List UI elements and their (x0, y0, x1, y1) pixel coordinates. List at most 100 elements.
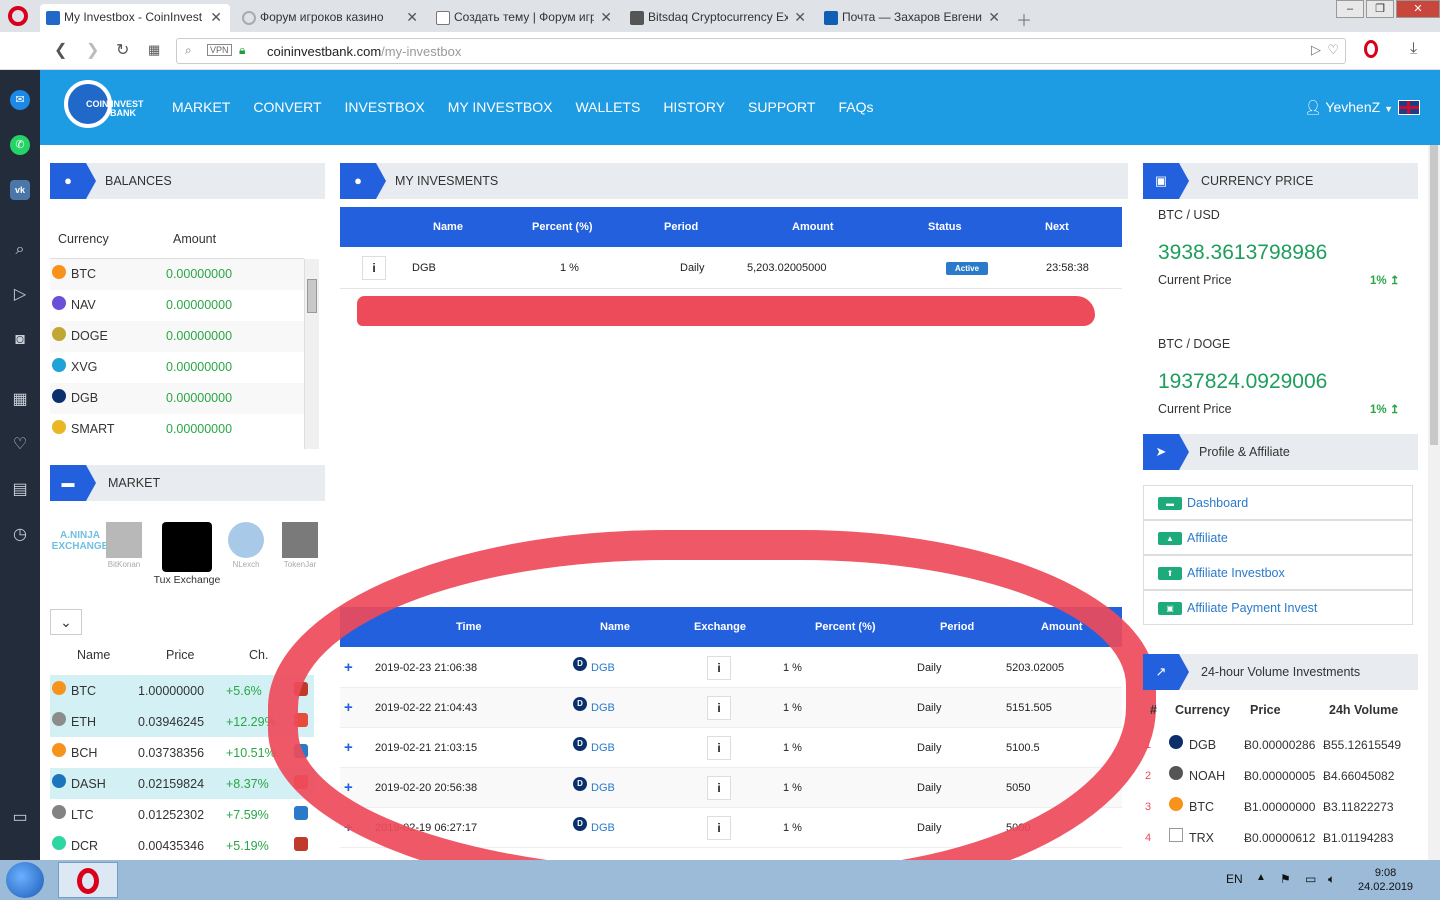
nav-investbox[interactable]: INVESTBOX (345, 99, 425, 115)
heart-icon[interactable]: ♡ (1327, 42, 1339, 58)
scrollbar-thumb[interactable] (307, 279, 317, 313)
card-icon: ▬ (50, 465, 96, 501)
info-button[interactable]: i (362, 256, 386, 280)
exchange-logo-tokenjar[interactable]: TokenJar (280, 522, 320, 569)
nav-history[interactable]: HISTORY (663, 99, 725, 115)
link-affiliate-payment-invest[interactable]: ▣ Affiliate Payment Invest (1143, 590, 1413, 625)
current-price-value: 3938.3613798986 (1158, 241, 1328, 264)
exchange-logo-bitkonan[interactable]: BitKonan (104, 522, 144, 569)
tab-my-investbox[interactable]: My Investbox - CoinInvest ✕ (40, 4, 230, 32)
balance-row[interactable]: DOGE 0.00000000 (50, 321, 304, 352)
balance-row[interactable]: BTC 0.00000000 (50, 259, 304, 290)
nav-market[interactable]: MARKET (172, 99, 230, 115)
market-panel-header: ▬ MARKET (50, 465, 325, 501)
network-icon[interactable]: ▭ (1305, 872, 1316, 886)
maximize-icon[interactable]: ❐ (1366, 0, 1394, 18)
send-icon[interactable]: ▷ (10, 285, 30, 305)
url-text: coininvestbank.com/my-investbox (267, 44, 462, 59)
heart-icon[interactable]: ♡ (10, 435, 30, 455)
exchange-logo-nlexch[interactable]: NLexch (226, 522, 266, 569)
close-tab-icon[interactable]: ✕ (794, 9, 806, 26)
camera-icon[interactable]: ◙ (10, 330, 30, 350)
close-tab-icon[interactable]: ✕ (988, 9, 1000, 26)
url-field[interactable]: ⌕ VPN 🔒︎ coininvestbank.com/my-investbox… (176, 38, 1346, 64)
nav-faqs[interactable]: FAQs (838, 99, 873, 115)
whatsapp-icon[interactable]: ✆ (10, 135, 30, 155)
history-icon[interactable]: ◷ (10, 525, 30, 545)
volume-row[interactable]: 4 TRX Ƀ0.00000612 Ƀ1.01194283 (1143, 822, 1433, 853)
close-tab-icon[interactable]: ✕ (406, 9, 418, 26)
user-menu[interactable]: 👤︎ YevhenZ ▼ (1304, 99, 1393, 116)
uk-flag-icon[interactable] (1398, 100, 1420, 115)
address-bar-row: ❮ ❯ ↻ ▦ ⌕ VPN 🔒︎ coininvestbank.com/my-i… (0, 32, 1440, 70)
back-icon[interactable]: ❮ (54, 40, 67, 60)
logo-text: COIN INVEST BANK (86, 99, 144, 118)
tokenjar-logo-icon (282, 522, 318, 558)
tab-mail[interactable]: Почта — Захаров Евгени ✕ (818, 4, 1008, 32)
download-icon[interactable]: ⤓ (1410, 40, 1417, 58)
taskbar-opera[interactable] (58, 862, 118, 898)
tab-casino-forum[interactable]: Форум игроков казино ✕ (236, 4, 426, 32)
opera-icon[interactable] (1364, 40, 1378, 58)
opera-menu-icon[interactable] (8, 6, 28, 26)
speed-dial-icon[interactable]: ▦ (148, 42, 160, 58)
balance-row[interactable]: XVG 0.00000000 (50, 352, 304, 383)
link-affiliate[interactable]: ▲ Affiliate (1143, 520, 1413, 555)
search-icon[interactable]: ⌕ (10, 240, 30, 260)
sidebar-toggle-icon[interactable]: ▭ (10, 808, 30, 828)
balance-row[interactable]: SMART 0.00000000 (50, 414, 304, 445)
bitkonan-logo-icon (106, 522, 142, 558)
upload-icon: ⬆ (1158, 567, 1182, 580)
balance-row[interactable]: DGB 0.00000000 (50, 383, 304, 414)
vk-icon[interactable]: vk (10, 180, 30, 200)
exchange-icon (294, 837, 308, 851)
market-row[interactable]: DASH 0.02159824 +8.37% (50, 768, 314, 799)
window-close-icon[interactable]: ✕ (1396, 0, 1440, 18)
smart-coin-icon (52, 420, 66, 434)
aninja-exchange-logo[interactable]: A.NINJA EXCHANGE (50, 530, 110, 552)
market-row[interactable]: DCR 0.00435346 +5.19% (50, 830, 314, 860)
close-tab-icon[interactable]: ✕ (210, 9, 222, 26)
reload-icon[interactable]: ↻ (116, 40, 129, 60)
document-icon (436, 11, 450, 25)
volume-row[interactable]: 1 DGB Ƀ0.00000286 Ƀ55.12615549 (1143, 729, 1433, 760)
page-scrollbar[interactable] (1428, 145, 1440, 860)
eth-coin-icon (52, 712, 66, 726)
tray-arrow-icon[interactable]: ▲ (1256, 872, 1266, 883)
language-indicator[interactable]: EN (1226, 872, 1243, 886)
vpn-badge[interactable]: VPN (207, 44, 232, 56)
scrollbar-thumb[interactable] (1430, 145, 1438, 445)
system-clock[interactable]: 9:08 24.02.2019 (1358, 866, 1413, 894)
nav-my-investbox[interactable]: MY INVESTBOX (448, 99, 553, 115)
xvg-coin-icon (52, 358, 66, 372)
link-dashboard[interactable]: ▬ Dashboard (1143, 485, 1413, 520)
pair-label: BTC / DOGE (1158, 337, 1231, 351)
grid-icon[interactable]: ▦ (10, 390, 30, 410)
tab-create-topic[interactable]: Создать тему | Форум игр ✕ (430, 4, 620, 32)
nav-convert[interactable]: CONVERT (253, 99, 321, 115)
volume-row[interactable]: 3 BTC Ƀ1.00000000 Ƀ3.11822273 (1143, 791, 1433, 822)
send-icon[interactable]: ▷ (1311, 42, 1321, 58)
volume-icon[interactable]: 🔈︎ (1328, 872, 1335, 887)
close-tab-icon[interactable]: ✕ (600, 9, 612, 26)
volume-row[interactable]: 2 NOAH Ƀ0.00000005 Ƀ4.66045082 (1143, 760, 1433, 791)
balances-scrollbar[interactable] (304, 259, 319, 449)
new-tab-icon[interactable]: ＋ (1016, 7, 1032, 31)
btc-coin-icon (1169, 797, 1183, 811)
flag-icon[interactable]: ⚑ (1280, 872, 1291, 886)
tab-bitsdaq[interactable]: Bitsdaq Cryptocurrency Ex ✕ (624, 4, 814, 32)
link-affiliate-investbox[interactable]: ⬆ Affiliate Investbox (1143, 555, 1413, 590)
exchange-logo-tux[interactable]: Tux Exchange (152, 522, 222, 586)
investments-panel-header: ● MY INVESMENTS (340, 163, 1128, 199)
messenger-icon[interactable]: ✉ (10, 90, 30, 110)
forward-icon[interactable]: ❯ (86, 40, 99, 60)
news-icon[interactable]: ▤ (10, 480, 30, 500)
price-change: 1% ↥ (1370, 404, 1400, 416)
balance-row[interactable]: NAV 0.00000000 (50, 290, 304, 321)
market-row[interactable]: LTC 0.01252302 +7.59% (50, 799, 314, 830)
nav-support[interactable]: SUPPORT (748, 99, 815, 115)
market-filter-dropdown[interactable]: ⌄ (50, 609, 82, 635)
windows-start-button[interactable] (6, 862, 44, 898)
nav-wallets[interactable]: WALLETS (575, 99, 640, 115)
minimize-icon[interactable]: – (1336, 0, 1364, 18)
